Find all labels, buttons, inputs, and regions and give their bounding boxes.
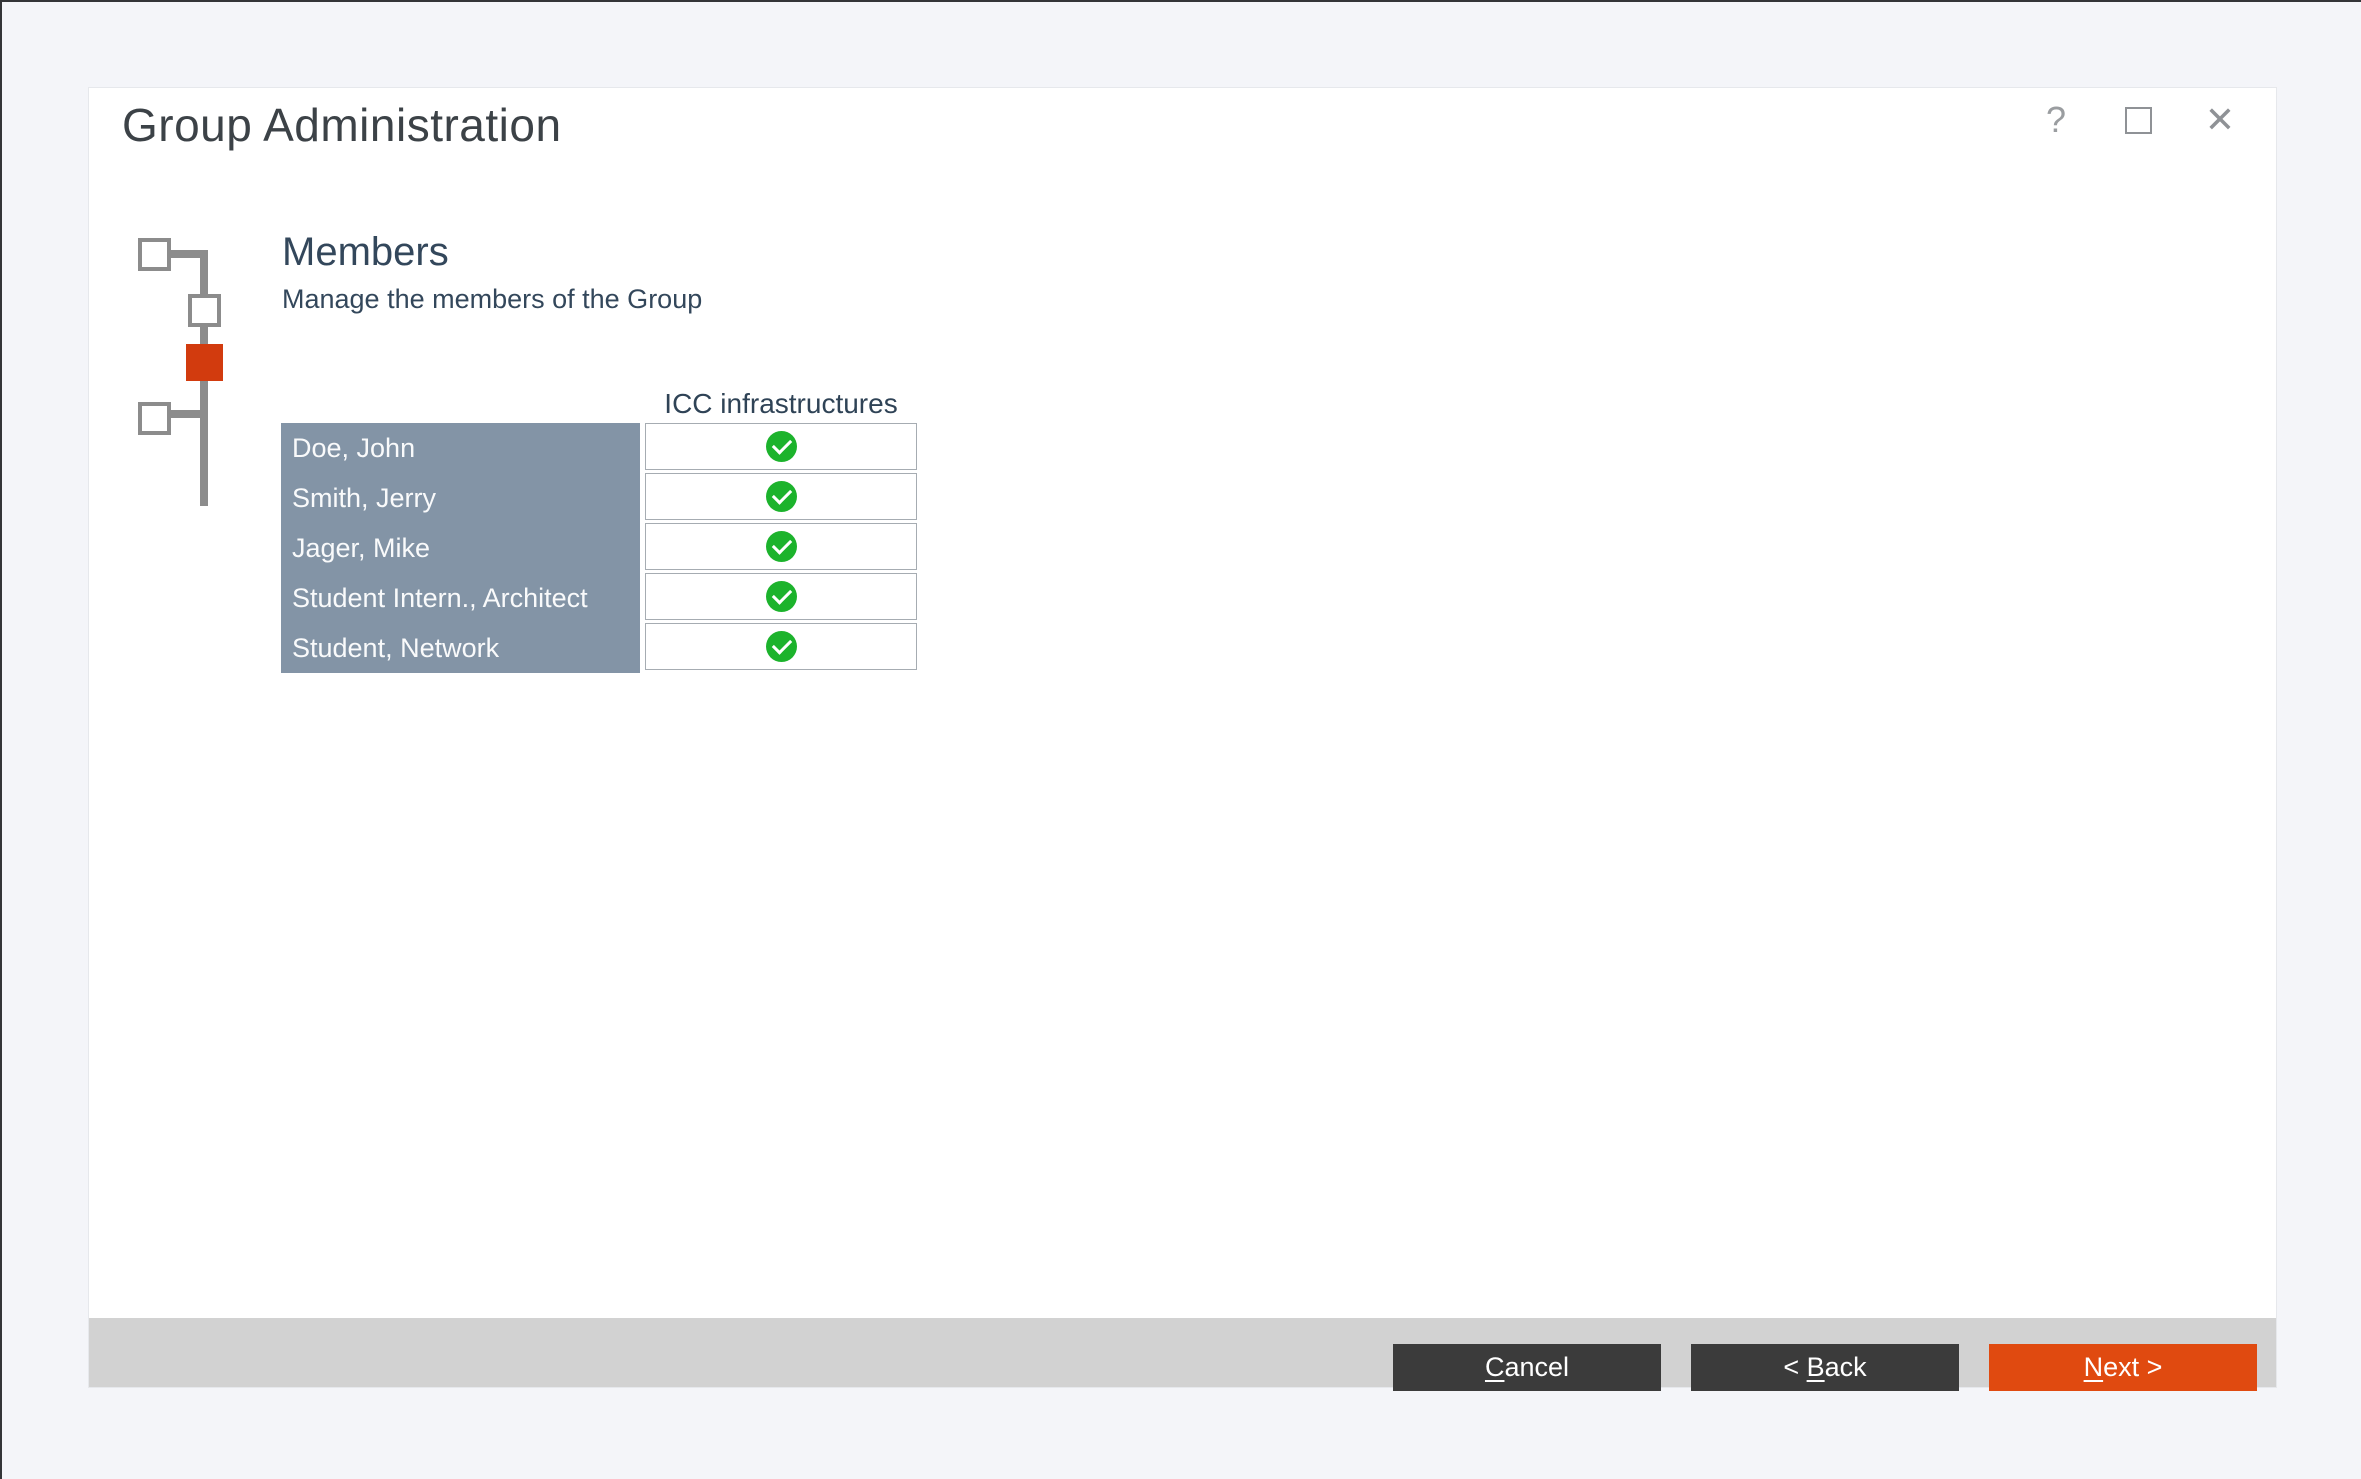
window-controls: ? ✕: [2036, 100, 2240, 140]
member-name: Doe, John: [281, 423, 640, 473]
page-subtitle: Manage the members of the Group: [282, 284, 702, 315]
members-name-column: Doe, JohnSmith, JerryJager, MikeStudent …: [281, 423, 640, 673]
membership-toggle-cell[interactable]: [645, 473, 917, 520]
wizard-step-4: [138, 402, 171, 435]
member-name: Student, Network: [281, 623, 640, 673]
next-button[interactable]: Next >: [1989, 1344, 2257, 1391]
dialog-title: Group Administration: [122, 98, 562, 152]
member-check-icon: [766, 431, 797, 462]
member-name: Smith, Jerry: [281, 473, 640, 523]
member-name: Jager, Mike: [281, 523, 640, 573]
wizard-step-2: [188, 294, 221, 327]
wizard-step-3-current: [186, 344, 223, 381]
member-check-icon: [766, 481, 797, 512]
group-administration-dialog: Group Administration ? ✕ Members Manage …: [89, 88, 2276, 1387]
step-connector-stub-top: [170, 250, 208, 258]
membership-toggle-cell[interactable]: [645, 623, 917, 670]
maximize-icon[interactable]: [2118, 100, 2158, 140]
membership-toggle-cell[interactable]: [645, 573, 917, 620]
back-button[interactable]: < Back: [1691, 1344, 1959, 1391]
member-name: Student Intern., Architect: [281, 573, 640, 623]
member-check-icon: [766, 631, 797, 662]
footer-bar: Cancel< BackNext >: [89, 1318, 2276, 1387]
members-check-column: [645, 423, 917, 673]
member-check-icon: [766, 531, 797, 562]
footer-buttons: Cancel < Back Next >: [1393, 1344, 2257, 1391]
membership-toggle-cell[interactable]: [645, 523, 917, 570]
membership-toggle-cell[interactable]: [645, 423, 917, 470]
close-icon[interactable]: ✕: [2200, 100, 2240, 140]
cancel-button[interactable]: Cancel: [1393, 1344, 1661, 1391]
page-title: Members: [282, 230, 449, 275]
member-check-icon: [766, 581, 797, 612]
window-frame-top-edge: [0, 0, 2361, 2]
members-column-header: ICC infrastructures: [645, 388, 917, 420]
help-icon[interactable]: ?: [2036, 100, 2076, 140]
step-connector-stub-bottom: [170, 410, 208, 418]
wizard-step-1: [138, 238, 171, 271]
window-frame-left-edge: [0, 0, 2, 1479]
